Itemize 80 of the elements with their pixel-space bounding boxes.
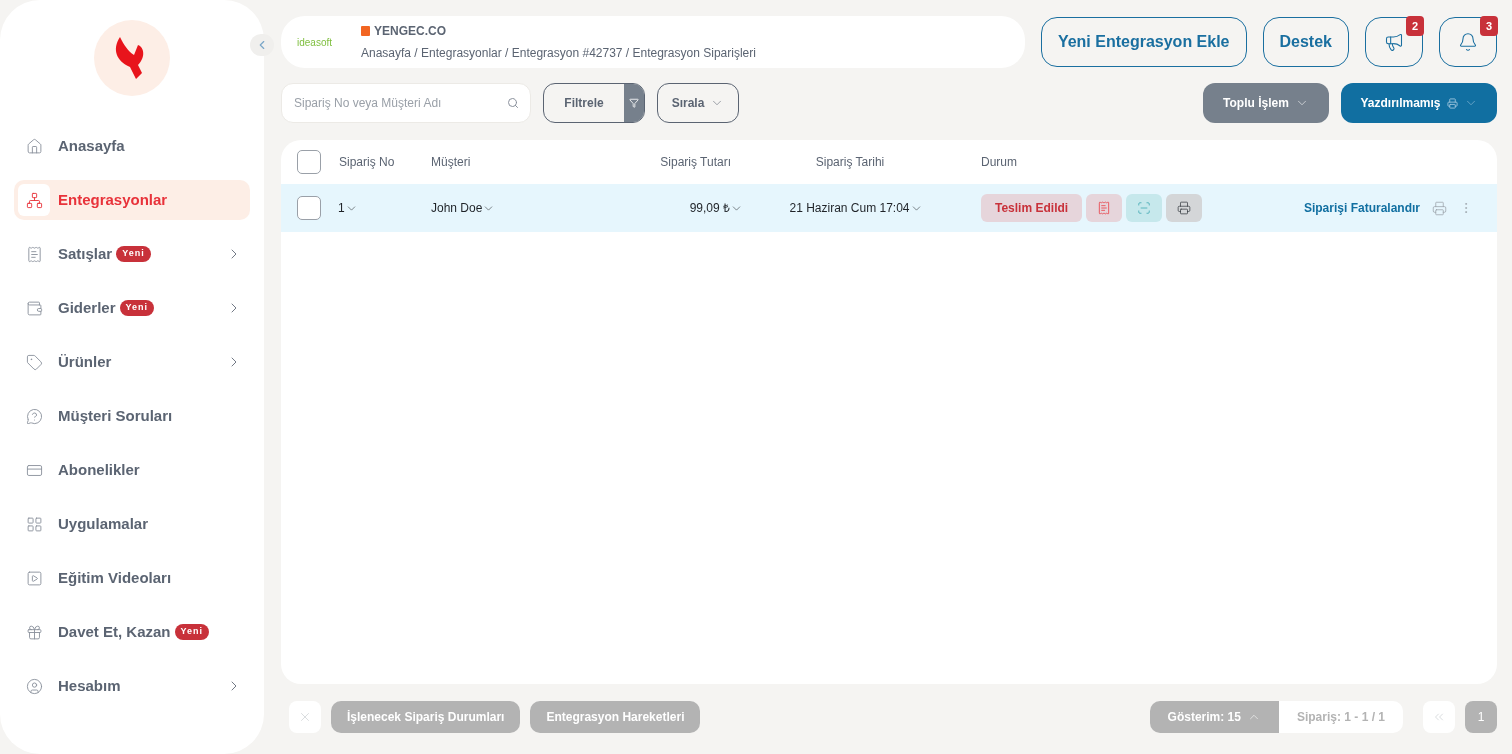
table-cell-text: John Doe: [431, 200, 483, 217]
close-button[interactable]: [289, 701, 321, 733]
sidebar-item[interactable]: Ürünler: [14, 342, 250, 382]
sidebar-label: Anasayfa: [58, 135, 125, 156]
sidebar-label: Eğitim Videoları: [58, 567, 172, 588]
bell-icon: [1458, 32, 1478, 52]
column-header: Sipariş Tarihi: [814, 154, 886, 171]
filter-button[interactable]: Filtrele: [543, 83, 645, 123]
column-header: Durum: [980, 154, 1017, 171]
sidebar-label: Uygulamalar: [58, 513, 149, 534]
sidebar-item[interactable]: Abonelikler: [14, 450, 250, 490]
search-icon: [507, 97, 519, 109]
filter-icon: [629, 98, 639, 108]
select-all-checkbox[interactable]: [297, 150, 321, 174]
invoice-link[interactable]: Siparişi Faturalandır: [1303, 199, 1420, 217]
printer-icon: [1177, 201, 1192, 215]
sidebar-label: Satışlar: [58, 243, 113, 264]
user-icon: [25, 677, 43, 695]
sidebar-item[interactable]: Müşteri Soruları: [14, 396, 250, 436]
add-integration-button[interactable]: Yeni Entegrasyon Ekle: [1040, 17, 1247, 67]
scan-button[interactable]: [1126, 194, 1163, 222]
sort-button[interactable]: Sırala: [657, 83, 739, 123]
print-button[interactable]: [1166, 194, 1203, 222]
new-badge: Yeni: [116, 246, 151, 262]
gift-icon: [25, 623, 43, 641]
column-header: Sipariş No: [338, 154, 396, 171]
count-badge: 2: [1406, 16, 1424, 36]
home-icon: [25, 137, 43, 155]
sidebar-item[interactable]: Uygulamalar: [14, 504, 250, 544]
store-icon: [361, 26, 370, 36]
bulk-action-button[interactable]: Toplu İşlem: [1203, 83, 1329, 123]
sidebar-item[interactable]: Anasayfa: [14, 126, 250, 166]
sidebar-item[interactable]: Entegrasyonlar: [14, 180, 250, 220]
grid-icon: [25, 515, 43, 533]
tag-icon: [25, 353, 43, 371]
printer-icon: [1446, 97, 1458, 109]
close-icon: [298, 710, 312, 724]
order-row[interactable]: 1 John Doe 99,09 ₺ 21 Haziran Cum 17:04 Teslim Edildi Siparişi Faturalandır: [281, 184, 1497, 232]
search-field[interactable]: Sipariş No veya Müşteri Adı: [281, 83, 531, 123]
table-cell-text: 99,09 ₺: [689, 200, 730, 217]
network-icon: [25, 191, 43, 209]
row-checkbox[interactable]: [297, 196, 321, 220]
scan-icon: [1137, 201, 1152, 215]
sidebar-item[interactable]: Hesabım: [14, 666, 250, 706]
platform-logo: ideasoft: [297, 35, 334, 50]
table-cell-text: 1: [338, 200, 345, 217]
announcements-button[interactable]: 2: [1365, 17, 1423, 67]
printer-icon[interactable]: [1432, 200, 1447, 216]
receipt-icon: [25, 245, 43, 263]
collapse-button[interactable]: [250, 34, 274, 56]
receipt-icon: [1097, 201, 1112, 215]
count-badge: 3: [1480, 16, 1498, 36]
sidebar-item[interactable]: Giderler Yeni: [14, 288, 250, 328]
invoice-button[interactable]: [1086, 194, 1123, 222]
megaphone-icon: [1384, 32, 1404, 52]
sidebar-item[interactable]: Satışlar Yeni: [14, 234, 250, 274]
sidebar-label: Davet Et, Kazan: [58, 621, 171, 642]
new-badge: Yeni: [119, 300, 155, 316]
sidebar-label: Giderler: [58, 297, 116, 318]
column-header: Müşteri: [431, 154, 472, 171]
sidebar-label: Entegrasyonlar: [58, 189, 168, 210]
breadcrumb: Anasayfa / Entegrasyonlar / Entegrasyon #42737 / Entegrasyon Siparişleri: [361, 45, 756, 62]
column-header: Sipariş Tutarı: [659, 154, 731, 171]
sidebar-item[interactable]: Eğitim Videoları: [14, 558, 250, 598]
range-label: Sipariş: 1 - 1 / 1: [1278, 701, 1403, 733]
store-name: YENGEC.CO: [374, 23, 446, 40]
status-badge: Teslim Edildi: [981, 194, 1083, 222]
sidebar-label: Abonelikler: [58, 459, 140, 480]
sidebar-label: Hesabım: [58, 675, 121, 696]
support-button[interactable]: Destek: [1262, 17, 1349, 67]
wallet-icon: [25, 299, 43, 317]
print-filter-button[interactable]: Yazdırılmamış: [1341, 83, 1497, 123]
table-cell-text: 21 Haziran Cum 17:04: [789, 200, 910, 217]
question-bubble-icon: [25, 407, 43, 425]
new-badge: Yeni: [174, 624, 210, 640]
sidebar-item[interactable]: Davet Et, Kazan Yeni: [14, 612, 250, 652]
sidebar-label: Müşteri Soruları: [58, 405, 173, 426]
video-icon: [25, 569, 43, 587]
notifications-button[interactable]: 3: [1439, 17, 1497, 67]
sidebar-label: Ürünler: [58, 351, 112, 372]
